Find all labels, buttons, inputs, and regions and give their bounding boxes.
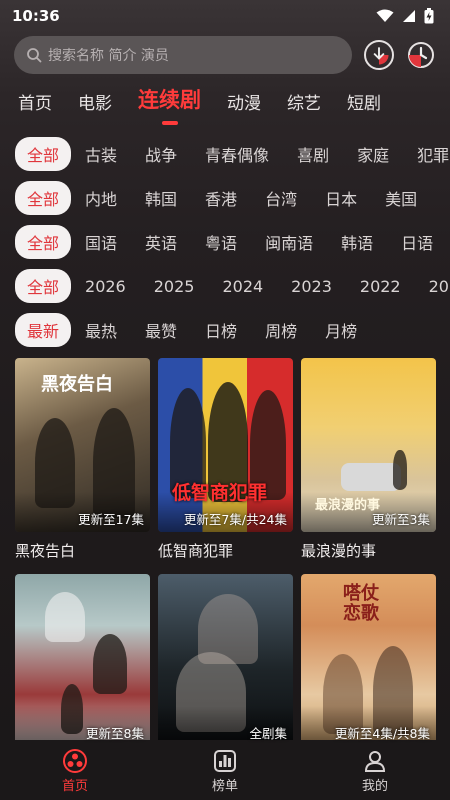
tab-short-drama[interactable]: 短剧 xyxy=(347,89,381,122)
profile-icon xyxy=(364,750,386,772)
poster-image[interactable]: 最浪漫的事 更新至3集 xyxy=(301,358,436,532)
episode-badge: 更新至7集/共24集 xyxy=(183,512,287,527)
filter-chip[interactable]: 月榜 xyxy=(325,318,357,342)
history-button[interactable] xyxy=(406,40,436,70)
filter-chip[interactable]: 喜剧 xyxy=(297,142,329,166)
battery-icon xyxy=(424,8,434,24)
tab-anime[interactable]: 动漫 xyxy=(227,89,261,122)
filter-chip[interactable]: 家庭 xyxy=(357,142,389,166)
episode-badge: 更新至17集 xyxy=(78,512,144,527)
status-icons xyxy=(376,8,434,24)
search-row: 搜索名称 简介 演员 xyxy=(0,34,450,76)
show-card[interactable]: 更新至8集 xyxy=(15,574,150,746)
download-button[interactable] xyxy=(364,40,394,70)
tab-movies[interactable]: 电影 xyxy=(78,89,112,122)
filter-chip[interactable]: 国语 xyxy=(85,230,117,254)
poster-image[interactable]: 更新至8集 xyxy=(15,574,150,746)
search-placeholder: 搜索名称 简介 演员 xyxy=(48,48,169,64)
episode-badge: 更新至4集/共8集 xyxy=(334,726,430,741)
filter-chip[interactable]: 古装 xyxy=(85,142,117,166)
filter-chip[interactable]: 香港 xyxy=(205,186,237,210)
bottom-nav: 首页 榜单 我的 xyxy=(0,740,450,800)
filter-chip[interactable]: 2026 xyxy=(85,277,126,296)
filter-chip[interactable]: 韩语 xyxy=(341,230,373,254)
filter-chip[interactable]: 2024 xyxy=(222,277,263,296)
tab-home[interactable]: 首页 xyxy=(18,89,52,122)
nav-ranking[interactable]: 榜单 xyxy=(180,749,270,794)
episode-badge: 更新至8集 xyxy=(86,726,144,741)
poster-title: 低智商犯罪 xyxy=(172,482,268,504)
tab-variety[interactable]: 综艺 xyxy=(287,89,321,122)
category-tabs: 首页 电影 连续剧 动漫 综艺 短剧 xyxy=(0,82,450,122)
filter-row-region: 全部 内地 韩国 香港 台湾 日本 美国 xyxy=(0,176,450,220)
poster-image[interactable]: 低智商犯罪 更新至7集/共24集 xyxy=(158,358,293,532)
nav-label: 首页 xyxy=(61,778,88,794)
filter-chip[interactable]: 最赞 xyxy=(145,318,177,342)
download-icon xyxy=(373,47,389,65)
status-bar: 10:36 xyxy=(0,0,450,32)
filter-chip[interactable]: 日榜 xyxy=(205,318,237,342)
nav-profile[interactable]: 我的 xyxy=(330,749,420,794)
filter-chip[interactable]: 日本 xyxy=(325,186,357,210)
filter-section: 全部 古装 战争 青春偶像 喜剧 家庭 犯罪 全部 内地 韩国 香港 台湾 日本… xyxy=(0,132,450,352)
filter-chip[interactable]: 日语 xyxy=(401,230,433,254)
filter-chip[interactable]: 战争 xyxy=(145,142,177,166)
signal-icon xyxy=(403,10,415,22)
filter-chip[interactable]: 周榜 xyxy=(265,318,297,342)
filter-chip[interactable]: 2025 xyxy=(154,277,195,296)
filter-chip[interactable]: 2021 xyxy=(429,277,450,296)
show-title[interactable]: 黑夜告白 xyxy=(15,540,150,574)
history-icon xyxy=(408,42,434,68)
filter-chip[interactable]: 英语 xyxy=(145,230,177,254)
search-icon xyxy=(27,48,42,63)
filter-chip[interactable]: 最热 xyxy=(85,318,117,342)
filter-chip[interactable]: 粤语 xyxy=(205,230,237,254)
filter-row-sort: 最新 最热 最赞 日榜 周榜 月榜 xyxy=(0,308,450,352)
nav-label: 我的 xyxy=(361,778,388,794)
content-grid: 黑夜告白 更新至17集 黑夜告白 低智商犯罪 更新至7集/共24集 低智商犯罪 … xyxy=(0,358,450,746)
filter-row-genre: 全部 古装 战争 青春偶像 喜剧 家庭 犯罪 xyxy=(0,132,450,176)
wifi-icon xyxy=(376,9,394,22)
poster-image[interactable]: 嗒仗恋歌 更新至4集/共8集 xyxy=(301,574,436,746)
show-card[interactable]: 全剧集 xyxy=(158,574,293,746)
episode-badge: 更新至3集 xyxy=(372,512,430,527)
filter-chip[interactable]: 2023 xyxy=(291,277,332,296)
nav-home[interactable]: 首页 xyxy=(30,748,120,794)
show-title[interactable]: 最浪漫的事 xyxy=(301,540,436,574)
filter-chip[interactable]: 美国 xyxy=(385,186,417,210)
filter-chip[interactable]: 2022 xyxy=(360,277,401,296)
filter-row-year: 全部 2026 2025 2024 2023 2022 2021 xyxy=(0,264,450,308)
filter-chip[interactable]: 内地 xyxy=(85,186,117,210)
show-card[interactable]: 低智商犯罪 更新至7集/共24集 低智商犯罪 xyxy=(158,358,293,574)
filter-chip[interactable]: 闽南语 xyxy=(265,230,313,254)
filter-chip[interactable]: 台湾 xyxy=(265,186,297,210)
filter-row-language: 全部 国语 英语 粤语 闽南语 韩语 日语 xyxy=(0,220,450,264)
poster-image[interactable]: 全剧集 xyxy=(158,574,293,746)
tab-tv-series[interactable]: 连续剧 xyxy=(138,84,201,122)
show-title[interactable]: 低智商犯罪 xyxy=(158,540,293,574)
filter-chip[interactable]: 韩国 xyxy=(145,186,177,210)
poster-title: 嗒仗恋歌 xyxy=(343,583,379,624)
show-card[interactable]: 嗒仗恋歌 更新至4集/共8集 xyxy=(301,574,436,746)
status-time: 10:36 xyxy=(12,7,60,25)
show-card[interactable]: 最浪漫的事 更新至3集 最浪漫的事 xyxy=(301,358,436,574)
filter-chip[interactable]: 全部 xyxy=(15,225,72,259)
filter-chip[interactable]: 犯罪 xyxy=(417,142,449,166)
nav-label: 榜单 xyxy=(211,778,238,794)
episode-badge: 全剧集 xyxy=(249,726,287,741)
search-input[interactable]: 搜索名称 简介 演员 xyxy=(14,36,352,74)
filter-chip[interactable]: 最新 xyxy=(15,313,72,347)
poster-image[interactable]: 黑夜告白 更新至17集 xyxy=(15,358,150,532)
filter-chip[interactable]: 全部 xyxy=(15,181,72,215)
ranking-icon xyxy=(214,749,236,772)
filter-chip[interactable]: 青春偶像 xyxy=(205,142,269,166)
show-card[interactable]: 黑夜告白 更新至17集 黑夜告白 xyxy=(15,358,150,574)
home-icon xyxy=(63,748,87,773)
poster-title: 最浪漫的事 xyxy=(315,498,381,513)
filter-chip[interactable]: 全部 xyxy=(15,137,72,171)
filter-chip[interactable]: 全部 xyxy=(15,269,72,303)
poster-title: 黑夜告白 xyxy=(41,374,113,395)
